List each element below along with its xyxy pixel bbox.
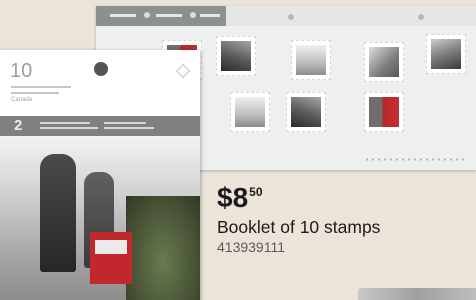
booklet-cover-image: 10 Canada 2 [0, 50, 200, 300]
booklet-text-line [11, 86, 71, 88]
pane-dot [418, 14, 424, 20]
booklet-count: 10 [10, 60, 33, 82]
diamond-icon [175, 63, 191, 79]
booklet-country: Canada [11, 97, 33, 103]
stamp [364, 42, 404, 82]
product-title[interactable]: Booklet of 10 stamps [217, 217, 380, 238]
pane-header-line [200, 14, 220, 17]
booklet-band-number: 2 [14, 117, 23, 134]
booklet-text-line [11, 92, 59, 94]
stamp [230, 92, 270, 132]
pane-dot [288, 14, 294, 20]
stamp [286, 92, 326, 132]
booklet-band [0, 116, 200, 136]
pane-header-dot [144, 12, 150, 18]
pane-header-line [110, 14, 136, 17]
stamp [426, 34, 466, 74]
stamp [216, 36, 256, 76]
canada-post-logo-icon [94, 62, 108, 76]
booklet-band-line [40, 122, 90, 124]
booklet-band-line [104, 127, 154, 129]
pane-light-band [226, 6, 476, 26]
photo-tree [126, 196, 200, 300]
next-product-thumbnail[interactable] [358, 288, 476, 300]
stamp [364, 92, 404, 132]
pane-header-line [156, 14, 182, 17]
booklet-band-line [104, 122, 146, 124]
booklet-photo [0, 136, 200, 300]
pane-perforation [364, 158, 468, 161]
photo-person [40, 154, 76, 272]
product-sku: 413939111 [217, 239, 285, 255]
pane-header-band [96, 6, 226, 26]
photo-sign-panel [95, 240, 127, 254]
price: $850 [217, 184, 263, 212]
price-cents: 50 [249, 185, 263, 199]
booklet-band-line [40, 127, 98, 129]
pane-header-dot [190, 12, 196, 18]
stamp [291, 40, 331, 80]
product-card[interactable]: 10 Canada 2 $850 Booklet of 10 stamps 41… [0, 0, 476, 300]
price-dollars: $8 [217, 182, 249, 213]
